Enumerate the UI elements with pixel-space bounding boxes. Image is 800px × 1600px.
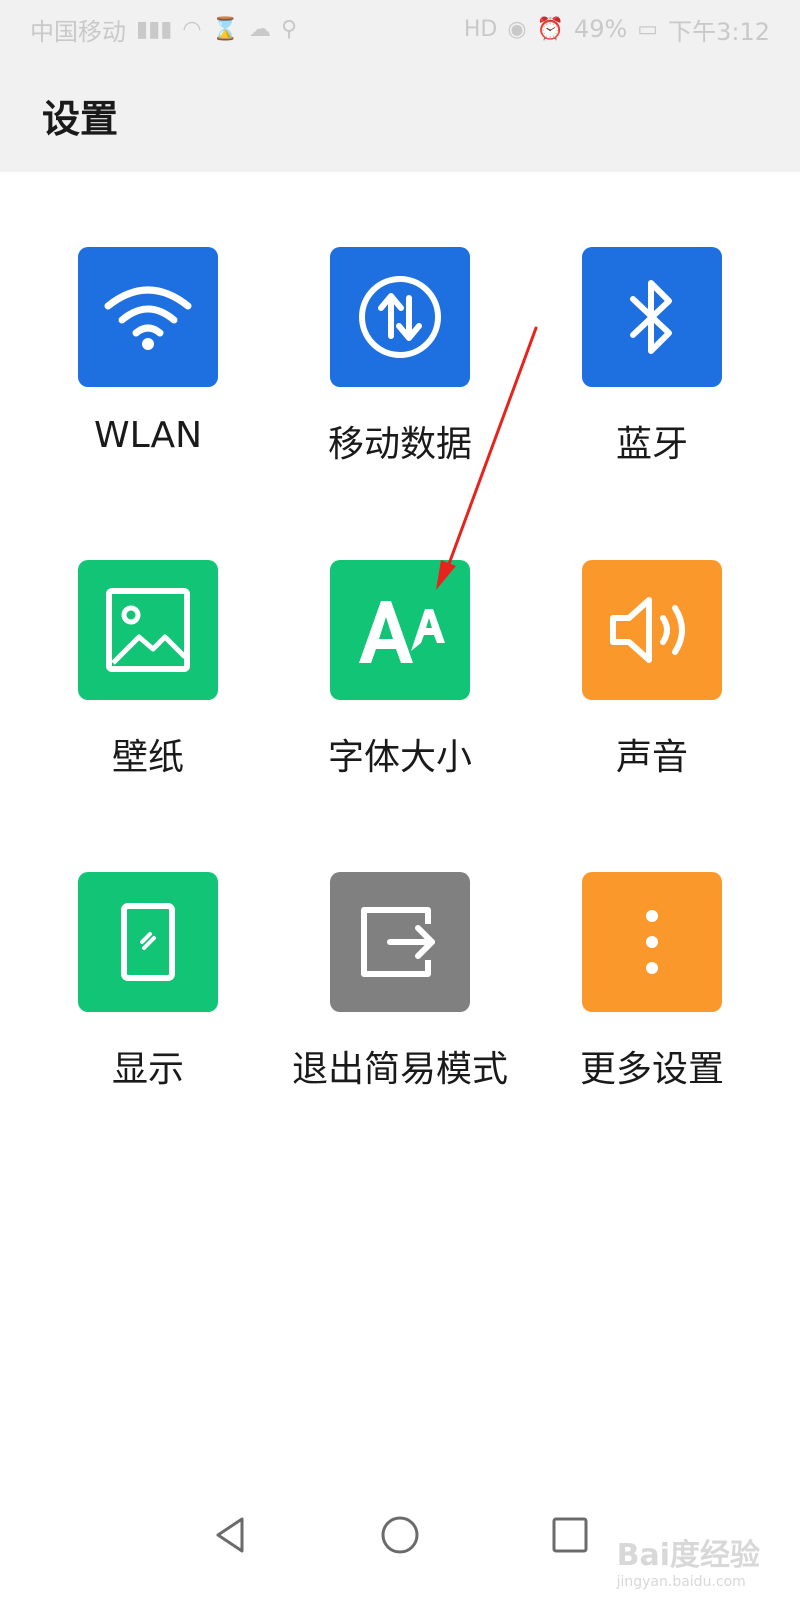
app-header: 设置 bbox=[0, 58, 800, 172]
tile-bluetooth[interactable]: 蓝牙 bbox=[552, 247, 752, 507]
clock: 下午3:12 bbox=[668, 17, 770, 46]
more-icon bbox=[582, 872, 722, 1012]
tile-label: 声音 bbox=[615, 737, 688, 778]
tile-label: 字体大小 bbox=[327, 737, 472, 778]
tile-label: 显示 bbox=[111, 1049, 184, 1090]
location-icon: ⚲ bbox=[280, 16, 298, 42]
tile-mobile-data[interactable]: 移动数据 bbox=[300, 247, 500, 507]
signal-icon: ▮▮▮ bbox=[136, 16, 173, 42]
nav-recents-button[interactable] bbox=[540, 1505, 600, 1565]
status-bar: 中国移动 ▮▮▮ ◠ ⌛ ☁ ⚲ HD ◉ ⏰ 49% ▭ 下午3:12 bbox=[0, 0, 800, 58]
tile-sound[interactable]: 声音 bbox=[552, 560, 752, 820]
tile-label: WLAN bbox=[93, 415, 203, 456]
tile-font-size[interactable]: 字体大小 bbox=[300, 560, 500, 820]
sound-icon bbox=[582, 560, 722, 700]
cloud-icon: ☁ bbox=[248, 16, 271, 42]
back-icon bbox=[216, 1517, 244, 1553]
tile-label: 退出简易模式 bbox=[291, 1049, 508, 1090]
font-size-icon bbox=[330, 560, 470, 700]
tile-more-settings[interactable]: 更多设置 bbox=[552, 872, 752, 1132]
recents-icon bbox=[552, 1517, 588, 1553]
bluetooth-icon bbox=[582, 247, 722, 387]
tile-label: 移动数据 bbox=[327, 424, 472, 465]
wallpaper-icon bbox=[78, 560, 218, 700]
battery-percent: 49% bbox=[573, 15, 628, 43]
battery-icon: ▭ bbox=[637, 16, 659, 42]
wifi-icon bbox=[78, 247, 218, 387]
tile-exit-simple-mode[interactable]: 退出简易模式 bbox=[292, 872, 508, 1132]
hourglass-icon: ⌛ bbox=[211, 16, 239, 42]
watermark-text: Bai度经验 bbox=[616, 1538, 760, 1573]
mobile-data-icon bbox=[330, 247, 470, 387]
watermark-url: jingyan.baidu.com bbox=[616, 1574, 746, 1590]
wifi-status-icon: ◠ bbox=[182, 16, 202, 42]
eye-icon: ◉ bbox=[507, 16, 527, 42]
alarm-icon: ⏰ bbox=[536, 16, 564, 42]
exit-icon bbox=[330, 872, 470, 1012]
display-icon bbox=[78, 872, 218, 1012]
nav-home-button[interactable] bbox=[370, 1505, 430, 1565]
baidu-watermark: Bai度经验 jingyan.baidu.com bbox=[617, 1530, 760, 1590]
tile-label: 更多设置 bbox=[579, 1049, 724, 1090]
tile-wlan[interactable]: WLAN bbox=[48, 247, 248, 507]
tile-label: 壁纸 bbox=[111, 737, 184, 778]
tile-label: 蓝牙 bbox=[615, 424, 688, 465]
nav-back-button[interactable] bbox=[200, 1505, 260, 1565]
hd-icon: HD bbox=[463, 16, 498, 42]
home-icon bbox=[381, 1516, 419, 1554]
page-title: 设置 bbox=[42, 97, 119, 141]
carrier-label: 中国移动 bbox=[30, 17, 126, 46]
tile-display[interactable]: 显示 bbox=[48, 872, 248, 1132]
tile-wallpaper[interactable]: 壁纸 bbox=[48, 560, 248, 820]
